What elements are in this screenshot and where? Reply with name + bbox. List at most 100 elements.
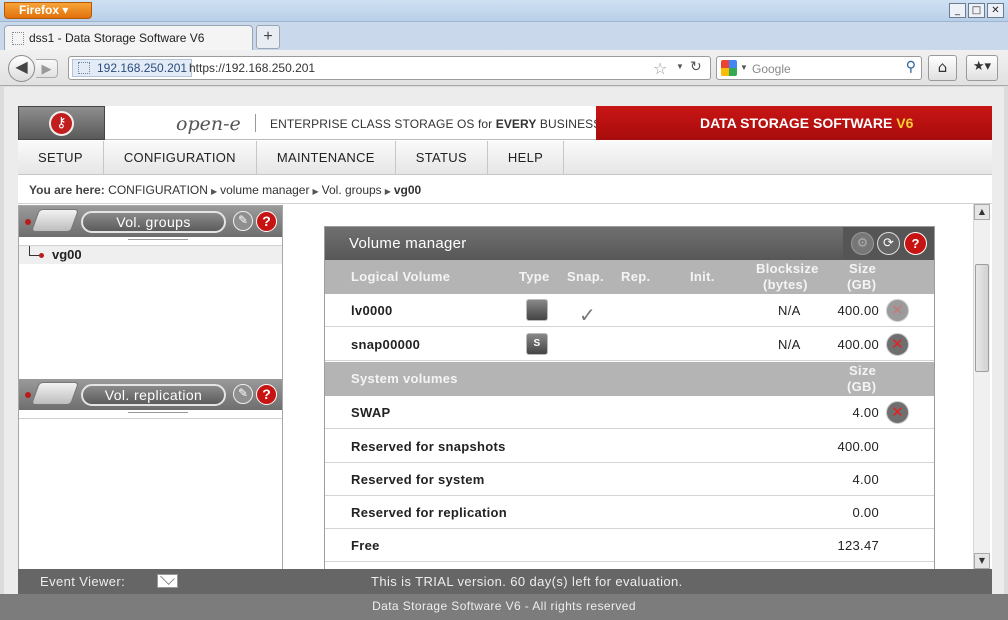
close-window-button[interactable]: ✕ — [987, 3, 1004, 18]
product-banner: DATA STORAGE SOFTWARE V6 — [596, 106, 992, 140]
delete-icon[interactable]: ✕ — [886, 299, 909, 322]
menu-configuration[interactable]: CONFIGURATION — [104, 141, 257, 175]
window-controls: _ □ ✕ — [949, 3, 1004, 18]
navigation-toolbar: ◀ ▶ 192.168.250.201 https://192.168.250.… — [0, 50, 1008, 86]
table-row[interactable]: snap00000 S N/A 400.00 ✕ — [325, 328, 934, 361]
envelope-icon[interactable] — [157, 574, 178, 588]
vol-replication-header: Vol. replication ✎ ? — [19, 379, 282, 410]
delete-icon[interactable]: ✕ — [886, 333, 909, 356]
volume-size: 400.00 — [837, 303, 879, 318]
panel-divider — [19, 410, 282, 419]
search-input[interactable]: Google — [752, 62, 791, 76]
system-volume-name: Reserved for snapshots — [351, 439, 506, 454]
table-row: Reserved for replication 0.00 — [325, 496, 934, 529]
column-size-unit: (GB) — [847, 379, 877, 394]
wrench-icon[interactable]: ✎ — [233, 384, 253, 404]
column-type: Type — [519, 269, 550, 284]
volume-manager-tools: ⚙ ⟳ ? — [843, 227, 934, 260]
breadcrumb-label: You are here: — [29, 183, 105, 197]
system-volume-name: Reserved for replication — [351, 505, 508, 520]
trial-notice: This is TRIAL version. 60 day(s) left fo… — [371, 574, 683, 589]
search-icon[interactable]: ⚲ — [906, 59, 916, 75]
table-row: Reserved for snapshots 400.00 — [325, 430, 934, 463]
site-identity-button[interactable]: 192.168.250.201 — [72, 59, 193, 77]
tree-item-vg00[interactable]: vg00 — [19, 246, 282, 264]
column-blocksize-unit: (bytes) — [763, 277, 808, 292]
breadcrumb-item-configuration[interactable]: CONFIGURATION — [108, 183, 208, 197]
system-volume-name: Reserved for system — [351, 472, 485, 487]
volume-manager-panel: Volume manager ⚙ ⟳ ? Logical Volume Type… — [324, 226, 935, 586]
delete-icon[interactable]: ✕ — [886, 401, 909, 424]
panel-divider — [19, 237, 282, 246]
page-viewport: ⚷ open-e ENTERPRISE CLASS STORAGE OS for… — [4, 87, 1004, 594]
help-icon[interactable]: ? — [904, 232, 927, 255]
home-button[interactable]: ⌂ — [928, 55, 957, 81]
table-row: Reserved for system 4.00 — [325, 463, 934, 496]
breadcrumb-arrow-icon: ▶ — [384, 187, 391, 196]
url-bar[interactable]: 192.168.250.201 https://192.168.250.201 … — [68, 56, 711, 80]
page-favicon-icon — [12, 32, 24, 45]
minimize-button[interactable]: _ — [949, 3, 966, 18]
page-scrollbar[interactable]: ▲ ▼ — [973, 204, 990, 569]
search-bar[interactable]: ▼ Google ⚲ — [716, 56, 922, 80]
volume-name[interactable]: snap00000 — [351, 337, 420, 352]
menu-maintenance[interactable]: MAINTENANCE — [257, 141, 396, 175]
menu-help[interactable]: HELP — [488, 141, 565, 175]
settings-icon[interactable]: ⚙ — [851, 232, 874, 255]
menu-status[interactable]: STATUS — [396, 141, 488, 175]
dss-app: ⚷ open-e ENTERPRISE CLASS STORAGE OS for… — [18, 106, 992, 594]
header-divider — [255, 114, 256, 132]
refresh-icon[interactable]: ⟳ — [877, 232, 900, 255]
vol-replication-title[interactable]: Vol. replication — [81, 384, 226, 406]
maximize-button[interactable]: □ — [968, 3, 985, 18]
column-size-unit: (GB) — [847, 277, 877, 292]
globe-icon — [78, 62, 90, 74]
browser-tab[interactable]: dss1 - Data Storage Software V6 — [4, 25, 253, 50]
search-engine-dropdown-icon[interactable]: ▼ — [740, 63, 748, 72]
column-blocksize: Blocksize — [756, 261, 819, 276]
logical-volume-header-row: Logical Volume Type Snap. Rep. Init. Blo… — [325, 260, 934, 294]
url-text[interactable]: https://192.168.250.201 — [189, 61, 315, 75]
help-icon[interactable]: ? — [256, 384, 277, 405]
bookmark-star-icon[interactable]: ☆ — [653, 59, 667, 78]
help-icon[interactable]: ? — [256, 211, 277, 232]
scroll-down-icon[interactable]: ▼ — [974, 553, 990, 569]
tagline-start: ENTERPRISE CLASS STORAGE OS for — [270, 117, 496, 131]
volume-name[interactable]: lv0000 — [351, 303, 393, 318]
vol-groups-title[interactable]: Vol. groups — [81, 211, 226, 233]
system-volume-size: 400.00 — [837, 439, 879, 454]
breadcrumb: You are here: CONFIGURATION ▶ volume manag… — [18, 176, 992, 204]
back-button[interactable]: ◀ — [8, 55, 35, 82]
google-logo-icon[interactable] — [721, 60, 737, 76]
breadcrumb-current: vg00 — [393, 183, 422, 197]
event-viewer-label: Event Viewer: — [40, 574, 126, 589]
system-volume-name: Free — [351, 538, 380, 553]
bookmarks-menu-button[interactable]: ★▾ — [966, 55, 998, 81]
column-rep: Rep. — [621, 269, 651, 284]
scroll-up-icon[interactable]: ▲ — [974, 204, 990, 220]
scrollbar-thumb[interactable] — [975, 264, 989, 372]
status-bar: Event Viewer: This is TRIAL version. 60 … — [18, 569, 992, 594]
product-name: DATA STORAGE SOFTWARE — [700, 115, 897, 131]
new-tab-button[interactable]: + — [256, 25, 280, 49]
tree-item-label: vg00 — [52, 247, 82, 262]
breadcrumb-item-volume-manager[interactable]: volume manager — [220, 183, 309, 197]
tagline-end: BUSINESS — [536, 117, 602, 131]
wrench-icon[interactable]: ✎ — [233, 211, 253, 231]
logout-button[interactable]: ⚷ — [18, 106, 105, 140]
status-dot-icon — [25, 392, 31, 398]
forward-button[interactable]: ▶ — [36, 59, 58, 78]
open-e-logo: open-e — [176, 113, 241, 135]
tab-strip: dss1 - Data Storage Software V6 + — [0, 22, 1008, 50]
volume-type-icon — [526, 299, 548, 321]
menu-setup[interactable]: SETUP — [18, 141, 104, 175]
left-panel: Vol. groups ✎ ? vg00 Vol. replication ✎ … — [18, 205, 283, 594]
column-size: Size — [849, 261, 877, 276]
breadcrumb-item-vol-groups[interactable]: Vol. groups — [322, 183, 382, 197]
url-history-dropdown-icon[interactable]: ▼ — [676, 62, 684, 71]
reload-icon[interactable]: ↻ — [690, 59, 702, 75]
table-row[interactable]: lv0000 ✓ N/A 400.00 ✕ — [325, 294, 934, 327]
volume-blocksize: N/A — [778, 303, 801, 318]
status-dot-icon — [25, 219, 31, 225]
firefox-menu-button[interactable]: Firefox ▾ — [4, 2, 92, 19]
